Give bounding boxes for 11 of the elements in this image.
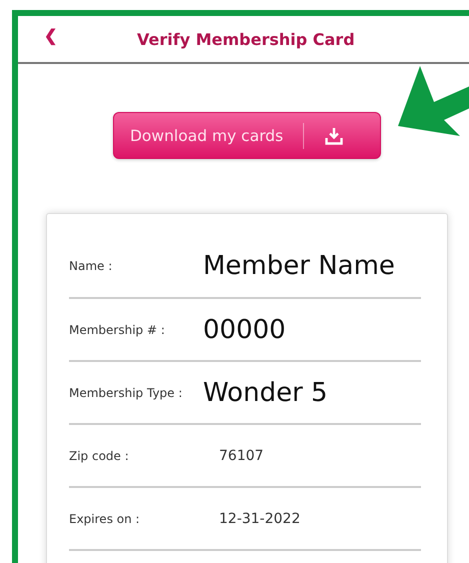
download-button[interactable]: Download my cards	[113, 112, 381, 159]
download-icon	[325, 126, 344, 144]
field-value: 12-31-2022	[219, 510, 300, 526]
field-label: Zip code :	[69, 448, 130, 462]
page-title: Verify Membership Card	[137, 30, 355, 48]
field-label: Expires on :	[69, 512, 141, 526]
field-value: 00000	[203, 314, 286, 344]
field-value: 76107	[219, 448, 264, 464]
field-value: Wonder 5	[203, 378, 328, 408]
field-value: Member Name	[203, 250, 395, 280]
back-button[interactable]: ❮	[44, 26, 57, 46]
